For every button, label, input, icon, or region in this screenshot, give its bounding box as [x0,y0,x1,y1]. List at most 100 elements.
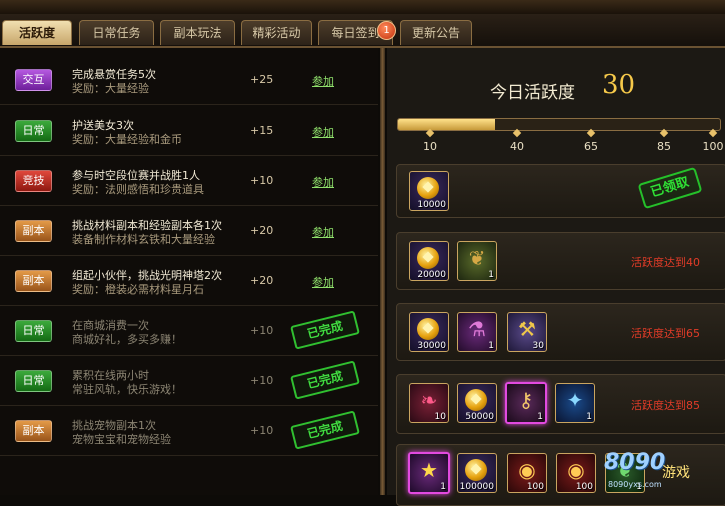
task-reward: 常驻风轨，快乐游戏！ [72,383,182,396]
item-quantity: 10000 [417,200,446,210]
item-quantity: 10 [434,412,446,422]
item-quantity: 50000 [465,412,494,422]
task-tag: 日常 [15,120,52,142]
blue-crystal-icon[interactable]: ✦ 1 [555,383,595,423]
task-reward: 装备制作材料玄铁和大量经验 [72,233,215,246]
task-tag: 副本 [15,220,52,242]
task-reward: 奖励：法则感悟和珍贵道具 [72,183,204,196]
completed-stamp: 已完成 [290,360,360,400]
hammer-glyph: ⚒ [518,317,536,341]
watermark-sub: 游戏 [662,465,690,481]
watermark-main: 8090 [604,450,666,475]
task-points: +15 [250,124,274,137]
task-points: +10 [250,374,274,387]
task-reward: 奖励：大量经验 [72,82,149,95]
red-token-icon[interactable]: ◉ 100 [556,453,596,493]
tab-news[interactable]: 更新公告 [400,20,472,45]
tier-requirement: 活跃度达到65 [631,327,700,340]
task-tag: 交互 [15,69,52,91]
milestone-label: 100 [702,140,724,153]
site-watermark-logo: 8090 游戏 8090yxs.com [604,448,722,492]
task-tag: 竞技 [15,170,52,192]
star-glyph: ★ [420,458,438,482]
task-points: +10 [250,174,274,187]
token-glyph: ◉ [518,458,536,482]
leaf-scroll-icon[interactable]: ❦ 1 [457,241,497,281]
task-tag: 日常 [15,370,52,392]
panel-divider [380,48,385,495]
coin-graphic [465,389,487,411]
signin-notification-badge: 1 [377,21,396,40]
task-tag: 副本 [15,270,52,292]
item-quantity: 1 [586,412,592,422]
tab-bar: 活跃度 日常任务 副本玩法 精彩活动 每日签到 更新公告 1 [0,14,725,48]
reward-tier: 30000 ⚗ 1 ⚒ 30 活跃度达到65 [396,303,725,361]
gold-coin-icon[interactable]: 100000 [457,453,497,493]
task-reward: 奖励：橙装必需材料星月石 [72,283,204,296]
reward-tier: ❧ 10 50000 ⚷ 1 ✦ 1 活跃度达到85 [396,374,725,434]
activity-panel: 今日活跃度 30 10 40 65 85 100 10000 已领取 20000… [387,48,725,506]
task-row: 交互 完成悬赏任务5次 奖励：大量经验 +25 参加 [0,54,378,105]
join-link[interactable]: 参加 [312,124,334,140]
activity-value: 30 [602,70,636,100]
wings-glyph: ❧ [420,388,438,412]
item-quantity: 1 [537,412,543,422]
coin-graphic [417,177,439,199]
task-points: +20 [250,224,274,237]
task-tag: 日常 [15,320,52,342]
task-points: +10 [250,424,274,437]
coin-graphic [465,459,487,481]
task-points: +25 [250,73,274,86]
crystal-glyph: ✦ [566,388,584,412]
gold-coin-icon[interactable]: 50000 [457,383,497,423]
gold-coin-icon[interactable]: 20000 [409,241,449,281]
gold-coin-icon[interactable]: 30000 [409,312,449,352]
task-tag: 副本 [15,420,52,442]
tab-daily-tasks[interactable]: 日常任务 [79,20,154,45]
top-decor [0,0,725,14]
red-wings-icon[interactable]: ❧ 10 [409,383,449,423]
tab-activity[interactable]: 活跃度 [2,20,72,45]
item-quantity: 100 [526,482,544,492]
gold-coin-icon[interactable]: 10000 [409,171,449,211]
completed-stamp: 已完成 [290,310,360,350]
join-link[interactable]: 参加 [312,224,334,240]
token-glyph: ◉ [567,458,585,482]
reward-tier: 10000 已领取 [396,164,725,218]
tab-events[interactable]: 精彩活动 [241,20,312,45]
activity-progress-fill [398,119,495,130]
item-quantity: 100 [575,482,593,492]
join-link[interactable]: 参加 [312,174,334,190]
tab-dungeon[interactable]: 副本玩法 [160,20,235,45]
milestone-label: 85 [657,140,671,153]
claimed-stamp: 已领取 [637,166,703,210]
milestone-label: 10 [423,140,437,153]
completed-stamp: 已完成 [290,410,360,450]
task-row: 副本 组起小伙伴，挑战光明神塔2次 奖励：橙装必需材料星月石 +20 参加 [0,255,378,306]
task-points: +20 [250,274,274,287]
potion-glyph: ⚗ [468,317,486,341]
key-tool-icon[interactable]: ⚷ 1 [505,382,547,424]
leaf-glyph: ❦ [468,246,486,270]
red-token-icon[interactable]: ◉ 100 [507,453,547,493]
task-reward: 奖励：大量经验和金币 [72,133,182,146]
watermark-url: 8090yxs.com [608,480,662,489]
potion-icon[interactable]: ⚗ 1 [457,312,497,352]
task-points: +10 [250,324,274,337]
activity-title: 今日活跃度 [490,83,575,103]
hammer-stone-icon[interactable]: ⚒ 30 [507,312,547,352]
item-quantity: 30 [532,341,544,351]
task-row: 竞技 参与时空段位赛并战胜1人 奖励：法则感悟和珍贵道具 +10 参加 [0,155,378,206]
task-row: 日常 累积在线两小时 常驻风轨，快乐游戏！ +10 已完成 [0,355,378,406]
activity-progress-bar [397,118,721,131]
task-row: 日常 在商城消费一次 商城好礼，多买多赚！ +10 已完成 [0,305,378,356]
task-list: 交互 完成悬赏任务5次 奖励：大量经验 +25 参加 日常 护送美女3次 奖励：… [0,48,378,495]
tier-requirement: 活跃度达到85 [631,399,700,412]
task-row: 日常 护送美女3次 奖励：大量经验和金币 +15 参加 [0,105,378,156]
milestone-label: 65 [584,140,598,153]
star-box-icon[interactable]: ★ 1 [408,452,450,494]
item-quantity: 100000 [459,482,494,492]
join-link[interactable]: 参加 [312,73,334,89]
item-quantity: 20000 [417,270,446,280]
join-link[interactable]: 参加 [312,274,334,290]
